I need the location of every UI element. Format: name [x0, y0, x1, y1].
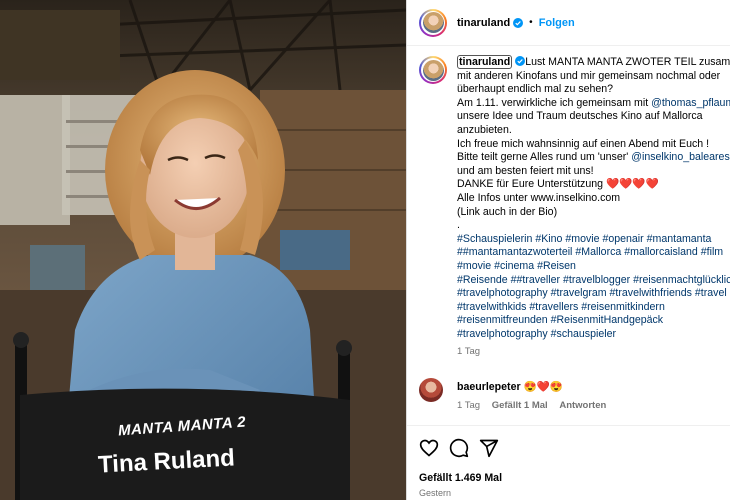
caption-line: DANKE für Eure Unterstützung ❤️❤️❤️❤️ [457, 178, 730, 192]
caption-text-segment: Am 1.11. verwirkliche ich gemeinsam mit [457, 96, 652, 109]
hashtag-links[interactable]: ##mantamantazwoterteil #Mallorca #mallor… [457, 246, 723, 258]
caption-line: Am 1.11. verwirkliche ich gemeinsam mit … [457, 97, 730, 111]
commenter-avatar[interactable] [419, 378, 443, 402]
speech-bubble-icon[interactable] [449, 438, 469, 458]
hashtag-links[interactable]: #Reisende ##traveller #travelblogger #re… [457, 274, 730, 286]
hashtag-links[interactable]: #reisenmitfreunden #ReisenmitHandgepäck [457, 314, 663, 326]
post-side-panel: tinaruland • Folgen tinaruland Lust MANTA… [406, 0, 730, 500]
caption-line: Alle Infos unter www.inselkino.com [457, 192, 730, 206]
caption-line: #movie #cinema #Reisen [457, 260, 730, 274]
comment-likes[interactable]: Gefällt 1 Mal [492, 400, 548, 411]
post-header: tinaruland • Folgen [407, 0, 730, 46]
post-actions: Gefällt 1.469 Mal Gestern [407, 425, 730, 500]
caption-line: (Link auch in der Bio) [457, 206, 730, 220]
caption-line: anzubieten. [457, 124, 730, 138]
caption-line: #travelphotography #travelgram #travelwi… [457, 287, 730, 301]
hashtag-links[interactable]: #Schauspielerin #Kino #movie #openair #m… [457, 233, 711, 245]
caption-time[interactable]: 1 Tag [457, 345, 730, 359]
caption-line: #travelwithkids #travellers #reisenmitki… [457, 301, 730, 315]
caption-text-segment: Lust MANTA MANTA ZWOTER TEIL zusammen [525, 56, 730, 68]
author-avatar[interactable] [419, 8, 447, 37]
caption-line: . [457, 219, 730, 233]
caption-line: ##mantamantazwoterteil #Mallorca #mallor… [457, 246, 730, 260]
caption-text-segment: unsere Idee und Traum deutsches Kino auf… [457, 110, 703, 123]
caption-text-segment: überhaupt endlich mal zu sehen? [457, 83, 614, 96]
caption-text-segment: mit anderen Kinofans und mir gemeinsam n… [457, 69, 721, 82]
caption-line: tinaruland Lust MANTA MANTA ZWOTER TEIL z… [457, 55, 730, 70]
caption-line: und am besten feiert mit uns! [457, 165, 730, 179]
caption-username[interactable]: tinaruland [457, 55, 513, 69]
likes-count[interactable]: Gefällt 1.469 Mal [419, 472, 502, 484]
comment-text: 😍❤️😍 [523, 381, 564, 393]
caption-line: #travelphotography #schauspieler [457, 328, 730, 342]
caption-text-segment: (Link auch in der Bio) [457, 205, 558, 218]
caption-text-segment: anzubieten. [457, 123, 512, 136]
caption-text-segment: und am besten feiert mit uns! [457, 164, 594, 177]
caption-text-segment: . [457, 219, 460, 232]
caption-line: Ich freue mich wahnsinnig auf einen Aben… [457, 138, 730, 152]
hashtag-links[interactable]: #travelphotography #schauspieler [457, 328, 616, 340]
instagram-post: MANTA MANTA 2 Tina Ruland tinaruland • F… [0, 0, 730, 500]
caption-line: mit anderen Kinofans und mir gemeinsam n… [457, 70, 730, 84]
caption-line: unsere Idee und Traum deutsches Kino auf… [457, 110, 730, 124]
paper-plane-icon[interactable] [479, 438, 499, 458]
verified-badge-icon [515, 56, 526, 66]
caption-author-avatar[interactable] [419, 56, 447, 84]
caption-text-segment: DANKE für Eure Unterstützung [457, 178, 606, 191]
verified-badge-icon [513, 17, 524, 28]
caption-line: #Reisende ##traveller #travelblogger #re… [457, 274, 730, 288]
post-photo[interactable]: MANTA MANTA 2 Tina Ruland [0, 0, 406, 500]
mention-link[interactable]: @inselkino_baleares [631, 151, 730, 163]
hashtag-links[interactable]: #travelwithkids #travellers #reisenmitki… [457, 301, 665, 313]
comment-time[interactable]: 1 Tag [457, 400, 480, 411]
caption-line: #reisenmitfreunden #ReisenmitHandgepäck [457, 314, 730, 328]
caption-line: Bitte teilt gerne Alles rund um 'unser' … [457, 151, 730, 165]
reply-button[interactable]: Antworten [559, 400, 606, 411]
header-separator: • [529, 17, 533, 28]
hashtag-links[interactable]: #travelphotography #travelgram #travelwi… [457, 287, 727, 299]
caption-line: überhaupt endlich mal zu sehen? [457, 83, 730, 97]
heart-outline-icon[interactable] [419, 438, 439, 458]
hashtag-links[interactable]: #movie #cinema #Reisen [457, 260, 576, 272]
follow-button[interactable]: Folgen [539, 17, 575, 29]
caption-text-segment: Alle Infos unter www.inselkino.com [457, 191, 621, 204]
post-date[interactable]: Gestern [419, 488, 451, 498]
caption-text-segment: Ich freue mich wahnsinnig auf einen Aben… [457, 137, 710, 150]
caption-text-segment: Bitte teilt gerne Alles rund um 'unser' [457, 151, 632, 164]
mention-link[interactable]: @thomas_pflaum [651, 97, 730, 109]
caption-line: #Schauspielerin #Kino #movie #openair #m… [457, 233, 730, 247]
commenter-username[interactable]: baeurlepeter [457, 381, 521, 393]
author-username[interactable]: tinaruland [457, 17, 510, 29]
caption-text: tinaruland Lust MANTA MANTA ZWOTER TEIL z… [457, 55, 730, 359]
hearts-emoji: ❤️❤️❤️❤️ [605, 178, 659, 191]
